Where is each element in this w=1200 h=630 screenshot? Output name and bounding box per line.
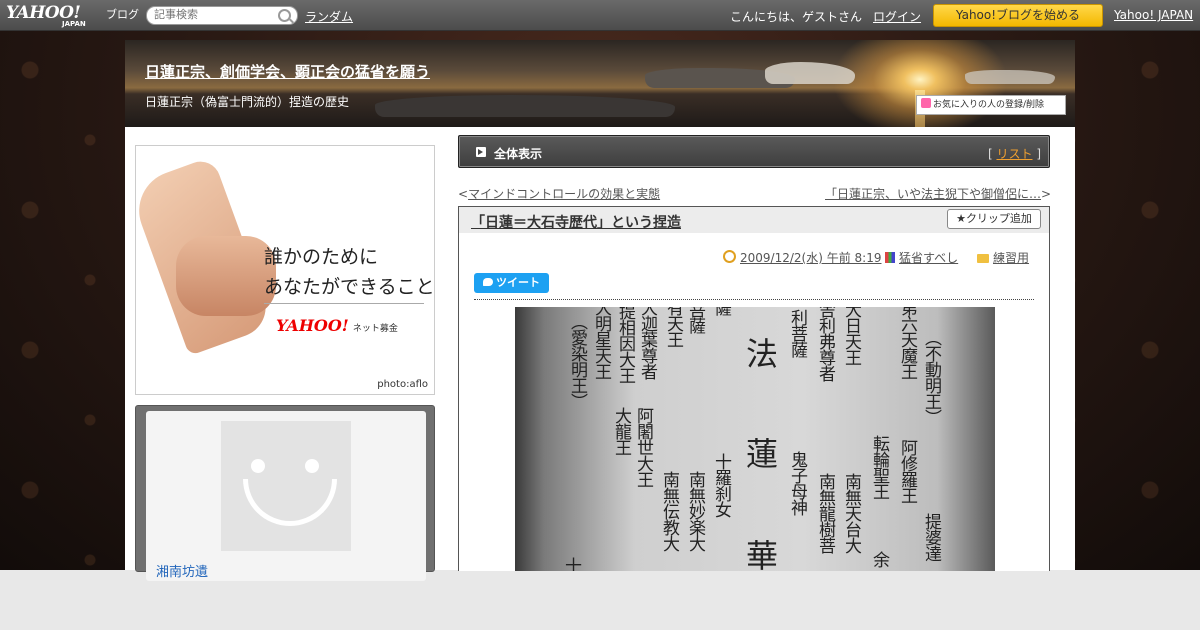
- avatar-eye: [251, 459, 265, 473]
- article-divider: [474, 299, 1034, 300]
- header-banner: 日蓮正宗、創価学会、顕正会の猛省を願う 日蓮正宗（偽富士門流的）捏造の歴史 お気…: [125, 40, 1075, 127]
- photo-text: 菩薩: [685, 307, 705, 333]
- star-icon: ★: [956, 212, 966, 225]
- photo-text: 南無伝教大: [659, 471, 679, 551]
- blog-container: 日蓮正宗、創価学会、顕正会の猛省を願う 日蓮正宗（偽富士門流的）捏造の歴史 お気…: [125, 40, 1075, 581]
- photo-text: 大日天王: [841, 307, 861, 365]
- ad-yahoo-logo: YAHOO! ネット募金: [276, 316, 398, 335]
- photo-text: 提婆達: [921, 513, 941, 561]
- random-link[interactable]: ランダム: [305, 8, 353, 25]
- login-link[interactable]: ログイン: [873, 8, 921, 25]
- ad-divider: [264, 303, 424, 304]
- start-blog-button[interactable]: Yahoo!ブログを始める: [933, 4, 1103, 27]
- favorite-register-button[interactable]: お気に入りの人の登録/削除: [916, 95, 1066, 115]
- previous-article-link[interactable]: <マインドコントロールの効果と実態: [458, 185, 660, 202]
- photo-text: 鬼子母神: [787, 451, 807, 515]
- photo-text: 華: [741, 539, 779, 571]
- list-view-control: [ リスト ]: [988, 145, 1041, 162]
- photo-text: （不動明王）: [921, 329, 941, 425]
- category-text: 猛省すべし: [899, 251, 959, 265]
- clock-icon: [723, 250, 736, 263]
- photo-text: 舎利弗尊者: [815, 307, 835, 381]
- favorite-label: お気に入りの人の登録/削除: [933, 100, 1045, 110]
- article-title[interactable]: 「日蓮＝大石寺歴代」という捏造: [471, 212, 681, 232]
- article: 「日蓮＝大石寺歴代」という捏造 ★クリップ追加 2009/12/2(水) 午前 …: [458, 206, 1050, 571]
- photo-text: 阿闍世大王: [633, 407, 653, 487]
- search-icon[interactable]: [278, 9, 291, 22]
- ad-service-label: ネット募金: [352, 324, 398, 334]
- twitter-bird-icon: [483, 278, 493, 286]
- photo-text: 第六天魔王: [897, 307, 917, 379]
- chevron-right-icon: [476, 147, 486, 157]
- article-folder[interactable]: 練習用: [977, 249, 1029, 266]
- logo-sub: JAPAN: [62, 20, 86, 28]
- next-article-link[interactable]: 「日蓮正宗、いや法主猊下や御僧侶に…>: [825, 185, 1051, 202]
- photo-text: 十羅刹女: [711, 453, 731, 517]
- display-mode-bar: 全体表示 [ リスト ]: [458, 135, 1050, 168]
- avatar-smile: [243, 479, 337, 526]
- next-arrow: >: [1041, 187, 1052, 201]
- clip-label: クリップ追加: [965, 212, 1032, 225]
- profile-card: 湘南坊遺: [146, 411, 426, 581]
- profile-box: 湘南坊遺: [135, 405, 435, 581]
- ad-headline-2: あなたができること: [264, 276, 435, 298]
- prev-label: マインドコントロールの効果と実態: [468, 187, 661, 201]
- photo-text: 蓮: [741, 437, 779, 477]
- ice-floe: [375, 95, 675, 117]
- photo-text: 余: [869, 551, 889, 567]
- photo-text: 十: [561, 557, 581, 571]
- blog-title[interactable]: 日蓮正宗、創価学会、顕正会の猛省を願う: [145, 61, 430, 82]
- hand-image: [176, 236, 276, 316]
- article-header: 「日蓮＝大石寺歴代」という捏造 ★クリップ追加: [459, 207, 1049, 233]
- photo-text: 薩: [711, 307, 731, 315]
- article-date[interactable]: 2009/12/2(水) 午前 8:19: [723, 249, 881, 266]
- top-navigation-bar: YAHOO! JAPAN ブログ ランダム こんにちは、ゲストさん ログイン Y…: [0, 0, 1200, 31]
- list-bracket-open: [: [987, 147, 993, 161]
- next-label: 「日蓮正宗、いや法主猊下や御僧侶に…: [825, 187, 1042, 201]
- ad-logo-text: YAHOO!: [276, 316, 349, 335]
- search-input[interactable]: [154, 7, 272, 22]
- folder-icon: [977, 254, 989, 263]
- photo-text: 阿修羅王: [897, 439, 917, 503]
- clip-add-button[interactable]: ★クリップ追加: [947, 209, 1041, 229]
- photo-text: 南無天台大: [841, 473, 861, 553]
- yahoo-blog-logo[interactable]: YAHOO! JAPAN ブログ: [6, 3, 139, 28]
- photo-text: 南無妙楽大: [685, 471, 705, 551]
- charity-ad-banner[interactable]: 誰かのために あなたができること YAHOO! ネット募金 photo:aflo: [135, 145, 435, 395]
- photo-text: （愛染明王）: [567, 313, 587, 409]
- tweet-button[interactable]: ツイート: [474, 273, 549, 293]
- logo-blog: ブログ: [106, 8, 139, 21]
- article-category[interactable]: 猛省すべし: [885, 249, 958, 266]
- list-bracket-close: ]: [1036, 147, 1041, 161]
- search-box: [146, 6, 298, 25]
- article-photo[interactable]: （愛染明王） 大明星天王 提相因大王 大迦葉尊者 大龍王 阿闍世大王 南無伝教大…: [515, 307, 995, 571]
- avatar[interactable]: [221, 421, 351, 551]
- photo-text: 利菩薩: [787, 309, 807, 357]
- display-all-label[interactable]: 全体表示: [494, 145, 542, 162]
- profile-name-link[interactable]: 湘南坊遺: [156, 561, 208, 580]
- photo-text: 大迦葉尊者: [637, 307, 657, 379]
- favorite-icon: [921, 98, 931, 108]
- date-text: 2009/12/2(水) 午前 8:19: [740, 251, 882, 265]
- folder-text: 練習用: [993, 251, 1030, 265]
- tweet-label: ツイート: [496, 276, 540, 289]
- photo-text: 転輪聖王: [869, 435, 889, 499]
- photo-text: 大明星天王: [591, 307, 611, 379]
- photo-text: 法: [741, 337, 779, 377]
- avatar-eye: [305, 459, 319, 473]
- ice-floe: [965, 70, 1055, 84]
- list-view-link[interactable]: リスト: [996, 147, 1032, 161]
- photo-text: 南無龍樹菩: [815, 473, 835, 553]
- prev-arrow: <: [458, 187, 469, 201]
- ad-photo-credit: photo:aflo: [377, 379, 428, 390]
- greeting-text: こんにちは、ゲストさん: [730, 10, 863, 24]
- blog-subtitle: 日蓮正宗（偽富士門流的）捏造の歴史: [145, 95, 350, 109]
- photo-text: 有天王: [663, 307, 683, 347]
- yahoo-japan-link[interactable]: Yahoo! JAPAN: [1114, 8, 1193, 22]
- category-icon: [885, 252, 895, 263]
- ad-headline-1: 誰かのために: [264, 246, 379, 268]
